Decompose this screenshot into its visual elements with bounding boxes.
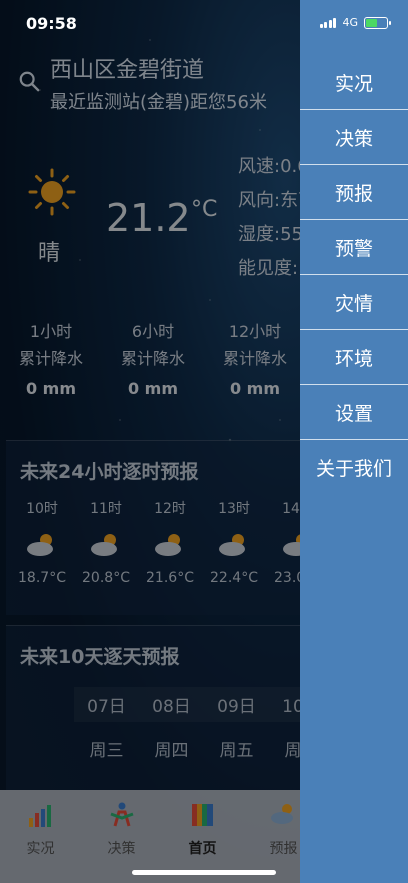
menu-item-settings[interactable]: 设置 — [300, 385, 408, 440]
menu-item-decision[interactable]: 决策 — [300, 110, 408, 165]
menu-item-disaster[interactable]: 灾情 — [300, 275, 408, 330]
menu-item-observation[interactable]: 实况 — [300, 55, 408, 110]
side-menu-list: 实况 决策 预报 预警 灾情 环境 设置 关于我们 — [300, 55, 408, 495]
status-time: 09:58 — [26, 14, 77, 33]
menu-item-about[interactable]: 关于我们 — [300, 440, 408, 495]
side-menu: 实况 决策 预报 预警 灾情 环境 设置 关于我们 — [300, 0, 408, 883]
status-indicators: 4G — [319, 16, 391, 29]
battery-icon — [364, 16, 391, 29]
menu-item-forecast[interactable]: 预报 — [300, 165, 408, 220]
home-indicator[interactable] — [132, 870, 276, 875]
status-bar: 09:58 4G — [0, 0, 408, 48]
network-type: 4G — [342, 16, 358, 29]
menu-item-warning[interactable]: 预警 — [300, 220, 408, 275]
signal-icon — [319, 17, 337, 28]
menu-item-environment[interactable]: 环境 — [300, 330, 408, 385]
